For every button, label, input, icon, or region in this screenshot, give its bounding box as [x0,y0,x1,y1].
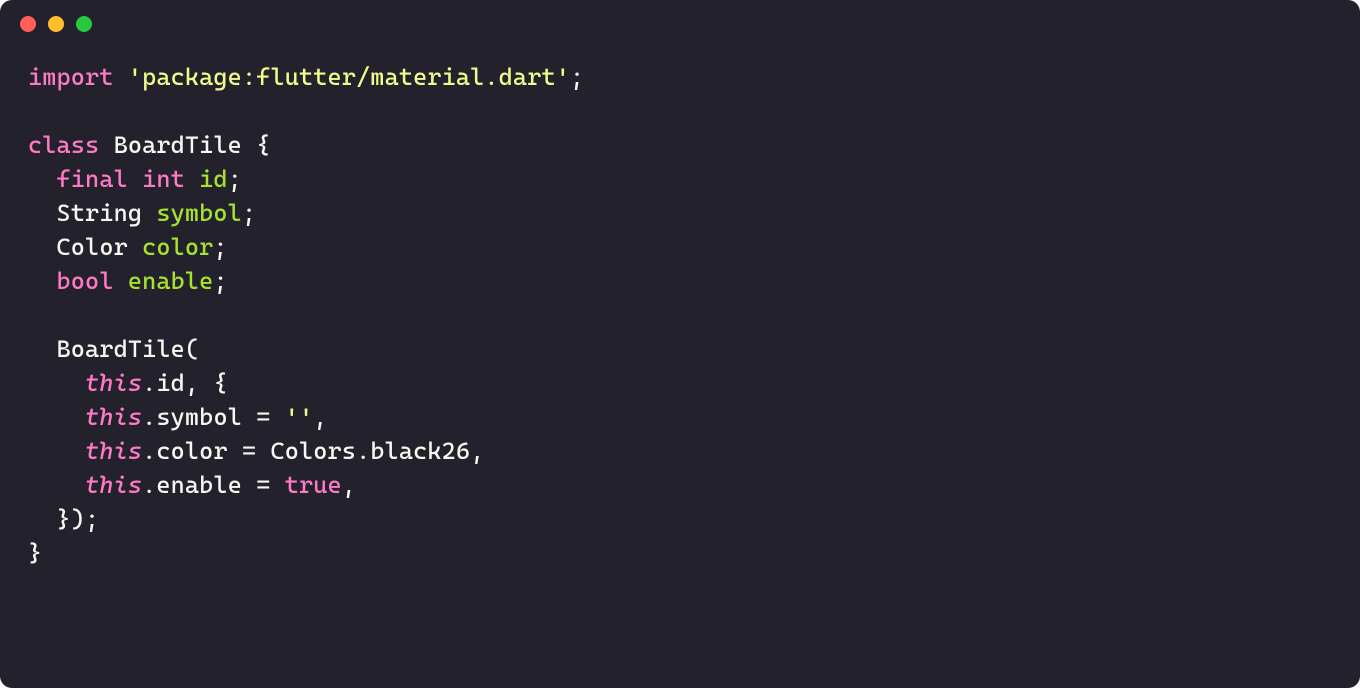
code-token-punct [28,199,57,227]
code-token-keyword: import [28,63,114,91]
code-token-punct: , { [185,369,228,397]
code-token-punct [28,233,57,261]
code-token-punct [28,403,85,431]
code-token-keyword: int [142,165,185,193]
code-token-prop: black26 [370,437,470,465]
code-editor[interactable]: import 'package:flutter/material.dart'; … [0,48,1360,688]
code-line: String symbol; [28,196,1332,230]
code-token-punct [128,165,142,193]
code-token-punct: , [313,403,327,431]
code-token-prop: enable [156,471,242,499]
code-line: BoardTile( [28,332,1332,366]
code-token-punct [128,233,142,261]
code-token-punct [28,369,85,397]
window-maximize-button[interactable] [76,16,92,32]
code-token-const: Colors [271,437,357,465]
code-token-classname: BoardTile [114,131,242,159]
code-token-keyword: true [285,471,342,499]
code-token-prop: color [156,437,227,465]
code-token-punct: . [356,437,370,465]
code-line: this.symbol = '', [28,400,1332,434]
code-token-punct [28,471,85,499]
code-token-punct [142,199,156,227]
code-token-prop: symbol [156,403,242,431]
code-token-punct: { [242,131,271,159]
code-token-ident: color [142,233,213,261]
code-token-this: this [85,437,142,465]
window-close-button[interactable] [20,16,36,32]
code-token-punct: }); [28,505,99,533]
code-line: this.id, { [28,366,1332,400]
window-titlebar [0,0,1360,48]
code-token-punct: } [28,539,42,567]
code-token-punct: . [142,437,156,465]
code-line [28,298,1332,332]
code-token-punct [28,437,85,465]
code-token-punct [99,131,113,159]
code-token-keyword: final [57,165,128,193]
code-token-punct: ; [228,165,242,193]
code-line: this.enable = true, [28,468,1332,502]
code-token-keyword: bool [57,267,114,295]
code-token-ident: symbol [156,199,242,227]
code-token-punct: = [242,403,285,431]
code-token-punct: . [142,471,156,499]
code-token-type: Color [57,233,128,261]
code-line [28,94,1332,128]
code-token-punct [28,335,57,363]
code-token-punct: ( [185,335,199,363]
code-token-prop: id [156,369,185,397]
code-token-punct: ; [213,267,227,295]
code-token-punct [185,165,199,193]
code-token-this: this [85,403,142,431]
code-line: } [28,536,1332,570]
code-line: class BoardTile { [28,128,1332,162]
code-token-type: String [57,199,143,227]
code-line: }); [28,502,1332,536]
code-token-keyword: class [28,131,99,159]
code-token-classname: BoardTile [57,335,185,363]
code-token-punct: ; [213,233,227,261]
code-token-punct: ; [242,199,256,227]
code-token-ident: enable [128,267,214,295]
code-token-string: '' [285,403,314,431]
code-token-punct: = [228,437,271,465]
window-minimize-button[interactable] [48,16,64,32]
code-line: final int id; [28,162,1332,196]
code-token-punct: = [242,471,285,499]
code-line: bool enable; [28,264,1332,298]
code-token-punct [28,267,57,295]
code-token-ident: id [199,165,228,193]
code-line: Color color; [28,230,1332,264]
code-token-punct: , [342,471,356,499]
code-token-punct [114,267,128,295]
code-token-this: this [85,369,142,397]
code-token-string: 'package:flutter/material.dart' [128,63,570,91]
code-token-punct: , [470,437,484,465]
code-token-punct: . [142,369,156,397]
code-token-punct: ; [570,63,584,91]
code-token-punct: . [142,403,156,431]
editor-window: import 'package:flutter/material.dart'; … [0,0,1360,688]
code-token-punct [114,63,128,91]
code-line: this.color = Colors.black26, [28,434,1332,468]
code-token-punct [28,165,57,193]
code-line: import 'package:flutter/material.dart'; [28,60,1332,94]
code-token-this: this [85,471,142,499]
